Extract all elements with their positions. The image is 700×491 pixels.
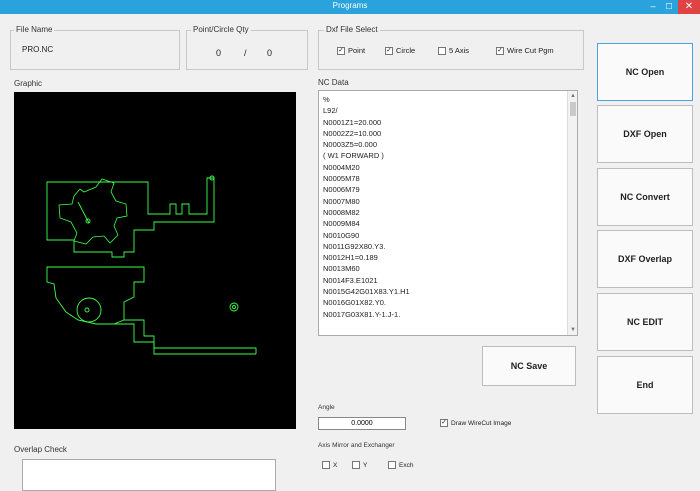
checkbox-draw-wirecut-label: Draw WireCut Image	[451, 419, 512, 427]
hole-small-1	[229, 302, 239, 312]
checkbox-exchange-box[interactable]	[388, 461, 396, 469]
point-qty-value: 0	[216, 48, 222, 58]
nc-data-line: N0010G90	[323, 230, 360, 240]
nc-data-line: N0016G01X82.Y0.	[323, 298, 386, 308]
point-circle-label: Point/Circle Qty	[191, 25, 251, 34]
nc-data-line: N0007M80	[323, 196, 360, 206]
axis-mirror-label: Axis Mirror and Exchanger	[318, 442, 395, 449]
nc-data-line: N0001Z1=20.000	[323, 117, 382, 127]
graphic-label: Graphic	[14, 79, 43, 88]
nc-data-textarea[interactable]: % L92/N0001Z1=20.000 N0002Z2=10.000 N0003Z5…	[318, 90, 578, 336]
checkbox-wirecut-pgm-label: Wire Cut Pgm	[507, 46, 554, 55]
checkbox-mirror-y[interactable]: Y	[352, 461, 367, 469]
nc-data-line: N0004M20	[323, 162, 360, 172]
file-name-label: File Name	[14, 25, 55, 34]
nc-data-line: N0005M78	[323, 174, 360, 184]
checkbox-circle-box[interactable]: ✓	[385, 46, 393, 55]
nc-data-line: N0002Z2=10.000	[323, 128, 382, 138]
checkbox-wirecut-pgm-box[interactable]: ✓	[496, 46, 504, 55]
nc-data-line: N0006M79	[323, 185, 360, 195]
nc-data-line: N0015G42G01X83.Y1.H1	[323, 287, 410, 297]
checkbox-circle[interactable]: ✓ Circle	[385, 46, 415, 55]
scroll-down-icon[interactable]: ▼	[568, 325, 578, 335]
maximize-icon[interactable]: ☐	[662, 0, 676, 14]
nc-convert-button[interactable]: NC Convert	[597, 168, 693, 226]
nc-data-line: %	[323, 95, 330, 104]
upper-part-outline	[46, 177, 215, 258]
lower-part-outline	[46, 266, 145, 325]
checkbox-mirror-x[interactable]: X	[322, 461, 337, 469]
lower-ring	[154, 347, 257, 354]
title-bar: Programs – ☐ ✕	[0, 0, 700, 14]
checkbox-mirror-y-label: Y	[363, 461, 368, 469]
qty-separator: /	[244, 48, 247, 58]
nc-open-button[interactable]: NC Open	[597, 43, 693, 101]
lower-arm	[114, 323, 256, 355]
point-circle-group	[186, 30, 308, 70]
dxf-select-label: Dxf File Select	[324, 25, 380, 34]
checkbox-mirror-x-box[interactable]	[322, 461, 330, 469]
graphic-canvas[interactable]	[14, 92, 296, 429]
scroll-up-icon[interactable]: ▲	[568, 91, 578, 101]
checkbox-5axis[interactable]: 5 Axis	[438, 46, 469, 55]
overlap-check-label: Overlap Check	[14, 445, 67, 454]
checkbox-wirecut-pgm[interactable]: ✓ Wire Cut Pgm	[496, 46, 554, 55]
checkbox-circle-label: Circle	[396, 46, 416, 55]
angle-input[interactable]	[318, 417, 406, 430]
checkbox-mirror-y-box[interactable]	[352, 461, 360, 469]
nc-save-button[interactable]: NC Save	[482, 346, 576, 386]
checkbox-point-label: Point	[348, 46, 366, 55]
nc-data-line: N0017G03X81.Y-1.J-1.	[323, 309, 401, 319]
nc-data-line: L92/	[323, 106, 338, 116]
checkbox-5axis-label: 5 Axis	[449, 46, 470, 55]
nc-data-line: N0003Z5=0.000	[323, 140, 378, 150]
end-button[interactable]: End	[597, 356, 693, 414]
checkbox-5axis-box[interactable]	[438, 46, 446, 55]
hole-small-4	[84, 307, 90, 313]
nc-edit-button[interactable]: NC EDIT	[597, 293, 693, 351]
gear-outline	[58, 178, 128, 245]
scroll-thumb[interactable]	[570, 102, 576, 116]
nc-data-line: N0012H1=0.189	[323, 253, 378, 263]
overlap-check-box[interactable]	[22, 459, 276, 491]
nc-data-line: N0011G92X80.Y3.	[323, 241, 386, 251]
hole-small-2	[232, 305, 236, 309]
nc-data-line: N0014F3.E1021	[323, 275, 378, 285]
circle-qty-value: 0	[267, 48, 273, 58]
nc-data-line: N0008M82	[323, 207, 360, 217]
file-name-value: PRO.NC	[22, 45, 54, 54]
checkbox-point-box[interactable]: ✓	[337, 46, 345, 55]
dxf-overlap-button[interactable]: DXF Overlap	[597, 230, 693, 288]
dxf-open-button[interactable]: DXF Open	[597, 105, 693, 163]
nc-data-label: NC Data	[318, 78, 349, 87]
nc-data-line: N0013M60	[323, 264, 360, 274]
window-title: Programs	[332, 1, 368, 10]
checkbox-mirror-x-label: X	[333, 461, 338, 469]
checkbox-exchange-label: Exch	[399, 461, 414, 469]
angle-label: Angle	[318, 404, 335, 411]
minimize-icon[interactable]: –	[646, 0, 660, 14]
checkbox-exchange[interactable]: Exch	[388, 461, 413, 469]
nc-data-list: % L92/N0001Z1=20.000 N0002Z2=10.000 N0003Z5…	[319, 91, 577, 323]
drawing	[46, 175, 257, 355]
checkbox-draw-wirecut-box[interactable]: ✓	[440, 419, 448, 427]
nc-data-line: ( W1 FORWARD )	[323, 151, 384, 161]
nc-data-scrollbar[interactable]: ▲ ▼	[567, 91, 577, 335]
nc-data-line: N0009M84	[323, 219, 360, 229]
checkbox-draw-wirecut[interactable]: ✓ Draw WireCut Image	[440, 419, 511, 427]
close-icon[interactable]: ✕	[678, 0, 700, 14]
checkbox-point[interactable]: ✓ Point	[337, 46, 365, 55]
